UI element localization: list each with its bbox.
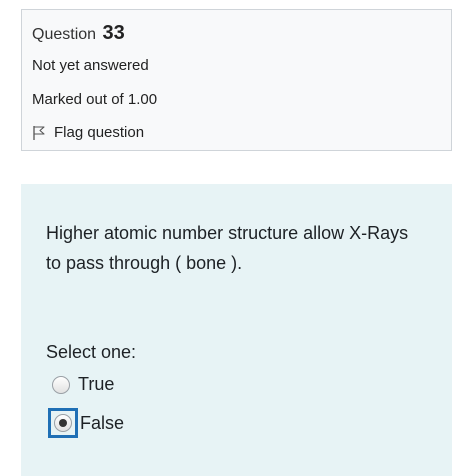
answer-label-false: False bbox=[80, 412, 125, 433]
flag-question-link[interactable]: Flag question bbox=[32, 124, 144, 141]
question-number: 33 bbox=[102, 22, 125, 44]
answer-option-true[interactable]: True bbox=[52, 374, 114, 395]
question-number-line: Question 33 bbox=[32, 22, 125, 45]
answer-option-false[interactable]: False bbox=[48, 408, 124, 438]
answer-label-true: True bbox=[78, 374, 115, 394]
question-info-panel: Question 33 Not yet answered Marked out … bbox=[21, 9, 452, 151]
question-formulation: Higher atomic number structure allow X-R… bbox=[21, 184, 452, 476]
radio-focus-ring bbox=[48, 408, 78, 438]
radio-true[interactable] bbox=[52, 375, 70, 394]
select-one-prompt: Select one: bbox=[46, 342, 137, 362]
question-text: Higher atomic number structure allow X-R… bbox=[46, 223, 409, 273]
question-state: Not yet answered bbox=[32, 57, 149, 74]
flag-question-label: Flag question bbox=[54, 124, 145, 141]
radio-false[interactable] bbox=[54, 414, 72, 432]
flag-icon bbox=[33, 125, 45, 140]
question-label: Question bbox=[32, 26, 97, 43]
question-grade: Marked out of 1.00 bbox=[32, 91, 158, 108]
